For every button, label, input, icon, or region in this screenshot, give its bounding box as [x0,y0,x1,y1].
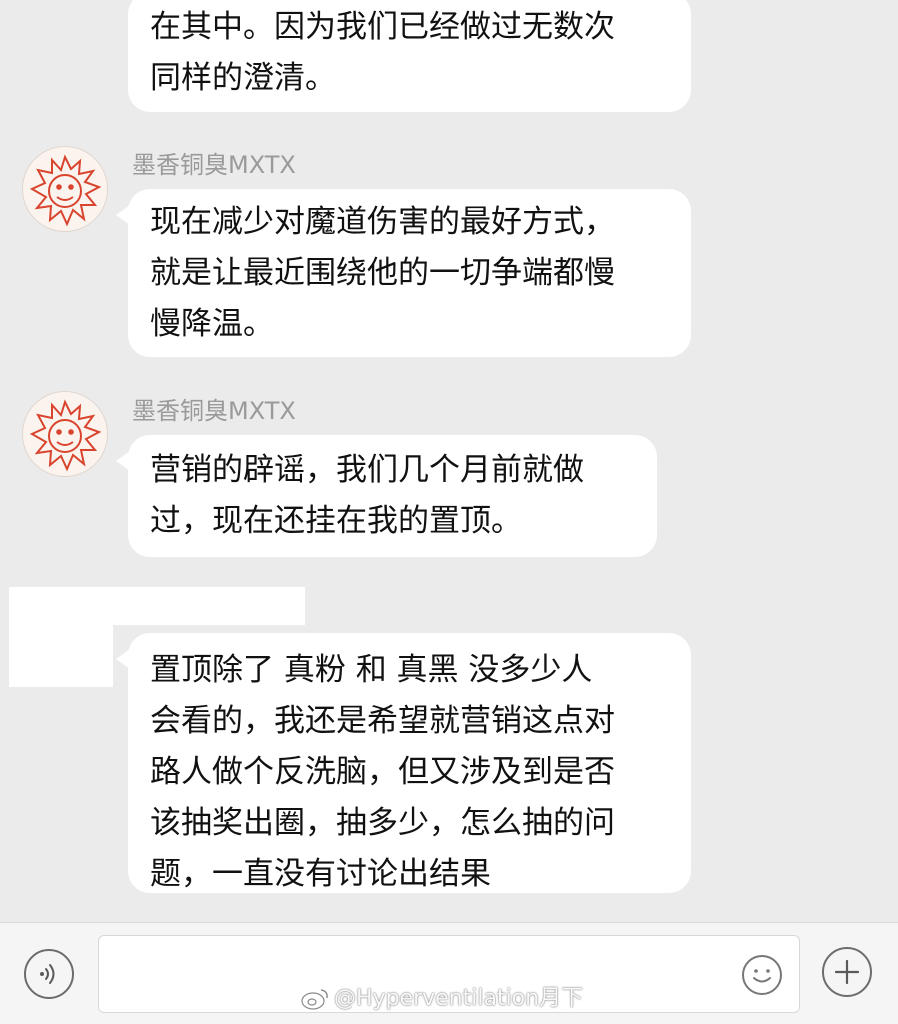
message-bubble[interactable]: 在其中。因为我们已经做过无数次 同样的澄清。 [128,0,691,112]
sunflower-avatar-icon [29,154,102,227]
chat-message-list[interactable]: 在其中。因为我们已经做过无数次 同样的澄清。 墨香铜臭MXTX 现在减少对魔道伤… [0,0,898,922]
message-bubble[interactable]: 现在减少对魔道伤害的最好方式， 就是让最近围绕他的一切争端都慢 慢降温。 [116,189,691,357]
voice-icon [40,964,55,984]
add-button[interactable] [822,947,872,997]
avatar[interactable] [22,391,108,477]
avatar[interactable] [22,146,108,232]
message-bubble[interactable]: 置顶除了 真粉 和 真黑 没多少人 会看的，我还是希望就营销这点对 路人做个反洗… [116,633,691,893]
sunflower-avatar-icon [29,399,102,472]
weibo-logo-icon [301,989,328,1010]
sender-name: 墨香铜臭MXTX [132,151,296,179]
redacted-sender-name [113,587,305,625]
sender-name: 墨香铜臭MXTX [132,397,296,425]
voice-button[interactable] [24,949,74,999]
emoji-button[interactable] [742,955,782,995]
smiley-icon [753,969,771,983]
watermark: @Hyperventilation月下 [300,985,583,1013]
message-bubble[interactable]: 营销的辟谣，我们几个月前就做 过，现在还挂在我的置顶。 [116,435,657,557]
watermark-text: @Hyperventilation月下 [334,986,584,1011]
plus-icon [834,959,860,985]
redacted-avatar [9,587,113,687]
